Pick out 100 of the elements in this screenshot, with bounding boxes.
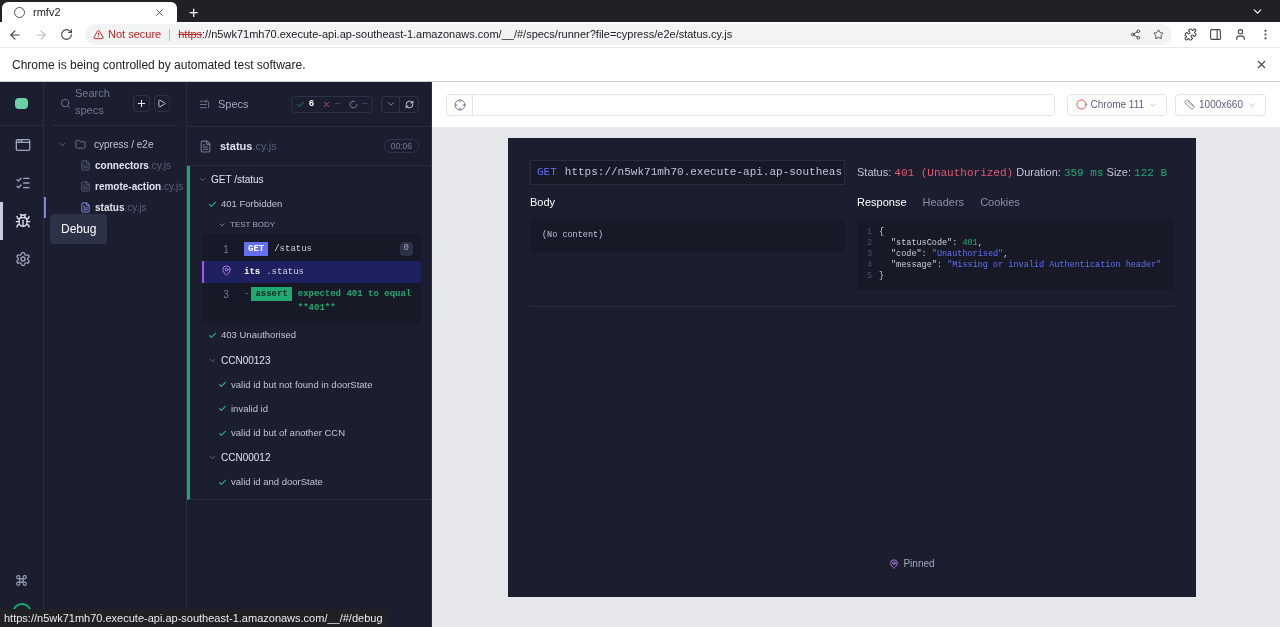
tooltip: Debug xyxy=(50,214,108,244)
code-line: "code": "Unauthorised", xyxy=(890,249,1009,260)
panel-title: Specs xyxy=(218,96,250,112)
address-field[interactable]: Not secure https://n5wk71mh70.execute-api.ap-southeast-1.amazonaws.com/__/#/specs/runner?file=cypress/e2e/status.cy.js xyxy=(85,24,1172,45)
collapse-icon[interactable] xyxy=(199,98,210,110)
check-icon xyxy=(218,477,227,487)
pin-icon xyxy=(220,265,232,277)
line-number: 4 xyxy=(867,260,874,271)
share-icon[interactable] xyxy=(1130,29,1141,40)
not-secure-label: Not secure xyxy=(108,27,162,43)
check-icon xyxy=(296,99,305,109)
spec-file-row[interactable]: status.cy.js xyxy=(44,197,186,218)
browser-dropdown[interactable]: Chrome 111 xyxy=(1066,93,1168,116)
browser-tab[interactable]: rmfv2 xyxy=(2,2,177,22)
test-row[interactable]: 401 Forbidden xyxy=(190,192,431,217)
run-button[interactable] xyxy=(153,95,170,112)
spec-file-row[interactable]: remote-action.cy.js xyxy=(44,176,186,197)
line-number: 1 xyxy=(867,227,874,238)
command-badge: assert xyxy=(251,287,292,302)
chevron-icon xyxy=(385,99,396,109)
pending-icon xyxy=(349,99,358,109)
add-button[interactable] xyxy=(133,95,150,112)
file-name: status.cy.js xyxy=(95,201,147,215)
url-text: https://n5wk71mh70.execute-api.ap-southeast-1.amazonaws.com/__/#/specs/runner?file=cypress/e2e/status.cy.js xyxy=(178,27,733,43)
command-name: its xyxy=(244,266,261,280)
line-number: 1 xyxy=(223,243,229,258)
suite-row[interactable]: CCN00012 xyxy=(190,445,431,471)
code-line: } xyxy=(879,271,885,282)
refresh-icon xyxy=(404,99,414,109)
folder-name: cypress / e2e xyxy=(94,138,154,152)
check-icon xyxy=(208,330,217,340)
new-tab-button[interactable]: + xyxy=(189,5,199,21)
test-row[interactable]: valid id but of another CCN xyxy=(190,421,431,446)
command-row[interactable]: 3 - assert expected 401 to equal **401** xyxy=(202,283,421,320)
reload-icon[interactable] xyxy=(60,28,73,41)
response-status: Status: 401 (Unauthorized) Duration: 359 ms Size: 122 B xyxy=(857,164,1168,181)
test-row[interactable]: invalid id xyxy=(190,396,431,421)
response-tab[interactable]: Headers xyxy=(922,193,965,211)
file-icon xyxy=(80,181,91,192)
pin-icon xyxy=(889,558,900,569)
method-label: GET xyxy=(537,165,557,181)
test-title: 403 Unauthorised xyxy=(221,328,296,343)
suite-row[interactable]: GET /status xyxy=(190,167,431,192)
response-tab[interactable]: Response xyxy=(857,193,907,211)
test-title: valid id and doorState xyxy=(231,475,323,490)
suite-title: CCN00012 xyxy=(221,451,271,466)
command-row[interactable]: its .status xyxy=(202,261,421,284)
chevron-icon xyxy=(198,175,207,184)
response-tab[interactable]: Cookies xyxy=(980,193,1020,211)
file-icon xyxy=(199,139,212,153)
warning-icon xyxy=(93,29,104,40)
code-line: "message": "Missing or invalid Authentication header" xyxy=(890,260,1162,271)
command-message: expected 401 to equal **401** xyxy=(297,288,413,316)
request-url: https://n5wk71mh70.execute-api.ap-southeas xyxy=(564,165,843,181)
profile-icon[interactable] xyxy=(1234,28,1247,41)
file-icon xyxy=(80,202,91,213)
tab-title: rmfv2 xyxy=(33,4,62,20)
specs-icon xyxy=(15,137,31,153)
command-badge: GET xyxy=(244,242,269,257)
command-row[interactable]: 1 GET /status 0 xyxy=(202,238,421,262)
check-icon xyxy=(218,428,227,438)
close-icon[interactable] xyxy=(154,6,165,18)
test-row[interactable]: 403 Unauthorised xyxy=(190,323,431,348)
body-title: Body xyxy=(530,194,557,210)
file-icon xyxy=(80,160,91,171)
suite-row[interactable]: CCN00123 xyxy=(190,347,431,373)
extensions-icon[interactable] xyxy=(1184,28,1197,41)
file-name: remote-action.cy.js xyxy=(95,180,184,194)
ruler-icon xyxy=(1184,99,1196,110)
star-icon[interactable] xyxy=(1153,29,1164,40)
test-row[interactable]: valid id and doorState xyxy=(190,470,431,495)
folder-row[interactable]: cypress / e2e xyxy=(44,134,186,155)
check-icon xyxy=(218,404,227,414)
dash-text: - xyxy=(244,288,250,302)
side-panel-icon[interactable] xyxy=(1209,28,1222,41)
viewport-dropdown[interactable]: 1000x660 xyxy=(1175,93,1266,116)
back-icon[interactable] xyxy=(8,27,22,42)
suite-title: CCN00123 xyxy=(221,353,271,368)
folder-icon xyxy=(75,139,86,150)
spec-file-row[interactable]: connectors.cy.js xyxy=(44,155,186,176)
plus-icon xyxy=(135,98,147,109)
test-body-header[interactable]: TEST BODY xyxy=(218,216,421,235)
passed-count: 6 xyxy=(309,97,314,111)
check-icon xyxy=(208,199,217,209)
test-title: 401 Forbidden xyxy=(221,197,283,211)
line-number: 5 xyxy=(867,271,874,282)
test-title: invalid id xyxy=(231,401,268,416)
chevron-icon xyxy=(58,140,67,149)
settings-icon xyxy=(15,251,31,267)
file-name: connectors.cy.js xyxy=(95,159,171,173)
test-row[interactable]: valid id but not found in doorState xyxy=(190,372,431,397)
count-badge: 0 xyxy=(399,242,413,256)
code-line: "statusCode": 401, xyxy=(890,238,983,249)
spec-title: status.cy.js xyxy=(220,138,278,154)
close-icon[interactable] xyxy=(1255,58,1268,71)
body-panel: (No content) xyxy=(530,219,845,252)
search-field[interactable]: Search specs xyxy=(75,84,130,123)
search-icon xyxy=(60,98,71,109)
keyboard-icon[interactable] xyxy=(15,574,28,587)
infobar-text: Chrome is being controlled by automated test software. xyxy=(12,56,307,74)
